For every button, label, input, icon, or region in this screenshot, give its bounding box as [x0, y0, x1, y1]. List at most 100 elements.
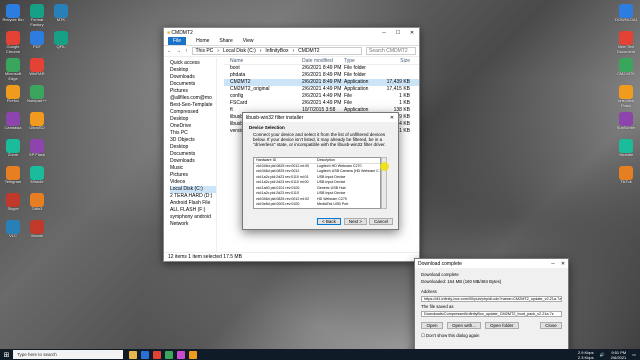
- desktop-shortcut[interactable]: one-click Flash: [615, 85, 637, 108]
- nav-item[interactable]: Desktop: [170, 67, 216, 74]
- nav-item[interactable]: Android Flash File: [170, 200, 216, 207]
- tab-share[interactable]: Share: [219, 38, 232, 44]
- address-field[interactable]: https://dl1.infinity-box.com/00/pub/php/…: [421, 296, 562, 302]
- file-row[interactable]: FSCard 2/6/2021 4:49 PM File 1 KB: [224, 100, 419, 107]
- column-date[interactable]: Date modified: [302, 58, 344, 64]
- app-icon[interactable]: [165, 350, 173, 359]
- column-type[interactable]: Type: [344, 58, 380, 64]
- chrome-icon[interactable]: [153, 350, 161, 359]
- file-row[interactable]: boot 2/6/2021 8:49 PM File folder: [224, 65, 419, 72]
- close-icon[interactable]: ✕: [386, 115, 398, 121]
- back-arrow-icon[interactable]: ←: [167, 48, 172, 54]
- nav-item[interactable]: 3D Objects: [170, 137, 216, 144]
- nav-item[interactable]: Pictures: [170, 172, 216, 179]
- breadcrumb-item[interactable]: CMDMT2: [298, 48, 319, 54]
- desktop-shortcut[interactable]: Recycle Bin: [2, 4, 24, 27]
- nav-item[interactable]: Downloads: [170, 74, 216, 81]
- back-button[interactable]: < Back: [317, 218, 341, 225]
- notification-icon[interactable]: ▭: [632, 352, 636, 357]
- device-row[interactable]: vid:0e8d pid:0003 rev:0100 MediaTek USB P…: [254, 202, 380, 208]
- desktop-shortcut[interactable]: Camtasia: [2, 112, 24, 135]
- desktop-shortcut[interactable]: QFIL: [50, 31, 72, 54]
- open-with-button[interactable]: Open with...: [447, 322, 482, 329]
- nav-item[interactable]: OneDrive: [170, 123, 216, 130]
- dont-show-checkbox[interactable]: ☐ Don't show this dialog again: [415, 332, 568, 340]
- desktop-shortcut[interactable]: Format Factory: [26, 4, 48, 27]
- nav-item[interactable]: 2 TERA HARD (D:): [170, 193, 216, 200]
- up-arrow-icon[interactable]: ↑: [185, 48, 188, 54]
- desktop-shortcut[interactable]: Firefox: [2, 85, 24, 108]
- desktop-shortcut[interactable]: Skype: [2, 193, 24, 216]
- breadcrumb-item[interactable]: This PC: [196, 48, 214, 54]
- windows-start-icon[interactable]: ⊞: [0, 351, 13, 359]
- nav-item[interactable]: Documents: [170, 151, 216, 158]
- breadcrumb-item[interactable]: InfinityBox: [265, 48, 288, 54]
- desktop-shortcut[interactable]: SP Flash: [26, 139, 48, 162]
- nav-item[interactable]: Music: [170, 165, 216, 172]
- breadcrumb[interactable]: This PC › Local Disk (C:) › InfinityBox › C…: [191, 47, 362, 55]
- desktop-shortcut[interactable]: Youtube: [615, 139, 637, 162]
- desktop-shortcut[interactable]: Zoom: [2, 139, 24, 162]
- nav-item[interactable]: Compressed: [170, 109, 216, 116]
- nav-item[interactable]: symphony android: [170, 214, 216, 221]
- edge-icon[interactable]: [141, 350, 149, 359]
- column-description[interactable]: Description: [317, 158, 380, 163]
- desktop-shortcut[interactable]: Xiaomi: [26, 220, 48, 243]
- maximize-button[interactable]: ☐: [391, 30, 405, 36]
- desktop-shortcut[interactable]: Odin3: [26, 193, 48, 216]
- app-icon[interactable]: [189, 350, 197, 359]
- desktop-shortcut[interactable]: CM2 MTK: [615, 58, 637, 81]
- search-input[interactable]: Search CMDMT2: [366, 47, 416, 55]
- open-button[interactable]: Open: [421, 322, 443, 329]
- cancel-button[interactable]: Cancel: [369, 218, 394, 225]
- file-row[interactable]: config 2/6/2021 4:49 PM File 1 KB: [224, 93, 419, 100]
- nav-item[interactable]: Videos: [170, 179, 216, 186]
- minimize-button[interactable]: ─: [377, 30, 391, 36]
- clock[interactable]: 9:51 PM 2/6/2021: [611, 350, 627, 360]
- nav-item[interactable]: Quick access: [170, 60, 216, 67]
- minimize-button[interactable]: ─: [548, 261, 558, 267]
- column-name[interactable]: Name: [224, 58, 302, 64]
- desktop-shortcut[interactable]: MTK: [50, 4, 72, 27]
- close-download-button[interactable]: Close: [540, 322, 562, 329]
- desktop-shortcut[interactable]: SubScribe: [615, 112, 637, 135]
- close-button[interactable]: ✕: [558, 261, 568, 267]
- nav-item[interactable]: Documents: [170, 81, 216, 88]
- saved-path-field[interactable]: Downloads\Compressed\InfinityBox_update_…: [421, 311, 562, 317]
- nav-item[interactable]: Desktop: [170, 144, 216, 151]
- close-button[interactable]: ✕: [405, 30, 419, 36]
- next-button[interactable]: Next >: [343, 218, 368, 225]
- desktop-shortcut[interactable]: Notepad++: [26, 85, 48, 108]
- desktop-shortcut[interactable]: WinRAR: [26, 58, 48, 81]
- desktop-shortcut[interactable]: UltraISO: [26, 112, 48, 135]
- volume-icon[interactable]: 🔊: [600, 352, 605, 357]
- nav-item[interactable]: This PC: [170, 130, 216, 137]
- nav-item[interactable]: @allfiles.com@mo: [170, 95, 216, 102]
- desktop-shortcut[interactable]: PDF: [26, 31, 48, 54]
- desktop-shortcut[interactable]: Miracle: [26, 166, 48, 189]
- device-list[interactable]: Hardware ID Description vid:046d pid:082…: [253, 157, 381, 209]
- file-explorer-icon[interactable]: [129, 350, 137, 359]
- forward-arrow-icon[interactable]: →: [176, 48, 181, 54]
- tab-home[interactable]: Home: [196, 38, 209, 44]
- taskbar-search[interactable]: Type here to search: [13, 350, 123, 359]
- nav-item[interactable]: Local Disk (C:): [170, 186, 216, 193]
- desktop-shortcut[interactable]: New Text Document: [615, 31, 637, 54]
- nav-item[interactable]: Network: [170, 221, 216, 228]
- tab-view[interactable]: View: [243, 38, 254, 44]
- file-row[interactable]: phdata 2/6/2021 8:49 PM File folder: [224, 72, 419, 79]
- desktop-shortcut[interactable]: TikTok: [615, 166, 637, 189]
- file-row[interactable]: CM2MT2 2/6/2021 8:49 PM Application 17,439 …: [224, 79, 419, 86]
- file-row[interactable]: CM2MT2_original 2/6/2021 4:49 PM Applicati…: [224, 86, 419, 93]
- open-folder-button[interactable]: Open folder: [485, 322, 519, 329]
- nav-item[interactable]: Pictures: [170, 88, 216, 95]
- column-hardware-id[interactable]: Hardware ID: [256, 158, 317, 163]
- nav-item[interactable]: Downloads: [170, 158, 216, 165]
- desktop-shortcut[interactable]: Microsoft Edge: [2, 58, 24, 81]
- nav-item[interactable]: Best-Seo-Template: [170, 102, 216, 109]
- desktop-shortcut[interactable]: Telegram: [2, 166, 24, 189]
- desktop-shortcut[interactable]: VLC: [2, 220, 24, 243]
- desktop-shortcut[interactable]: Google Chrome: [2, 31, 24, 54]
- breadcrumb-item[interactable]: Local Disk (C:): [223, 48, 256, 54]
- nav-item[interactable]: ALL FLASH (F:): [170, 207, 216, 214]
